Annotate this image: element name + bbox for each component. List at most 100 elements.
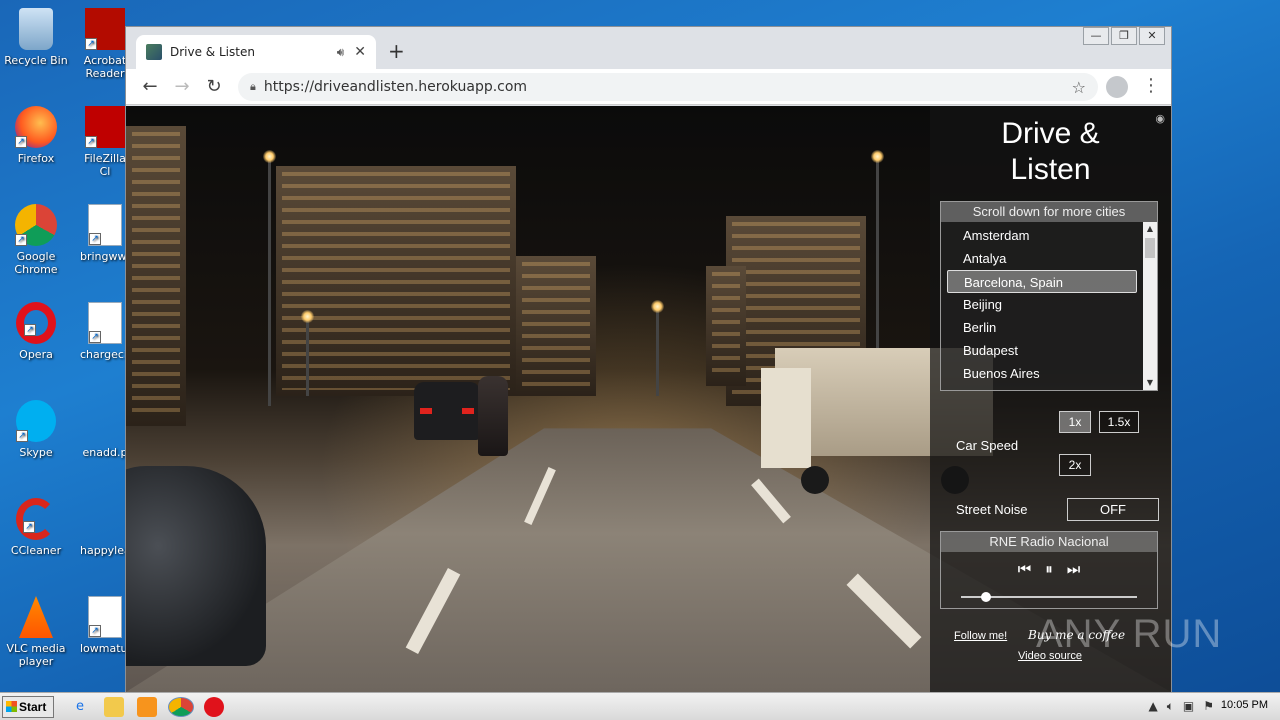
city-item-amsterdam[interactable]: Amsterdam — [947, 224, 1137, 247]
favicon-icon — [146, 44, 162, 60]
volume-icon[interactable]: 🔈︎ — [1167, 699, 1174, 714]
previous-track-icon[interactable]: ⏮︎ — [1018, 560, 1032, 578]
city-list-header: Scroll down for more cities — [941, 202, 1157, 222]
restore-button[interactable]: ❐ — [1111, 27, 1137, 45]
forward-button[interactable]: → — [166, 76, 198, 97]
back-button[interactable]: ← — [134, 76, 166, 97]
file-icon — [84, 498, 126, 540]
start-button[interactable]: Start — [2, 696, 54, 718]
clock[interactable]: 10:05 PM — [1221, 699, 1268, 711]
street-noise-label: Street Noise — [956, 502, 1028, 517]
car-speed-label: Car Speed — [956, 438, 1019, 453]
next-track-icon[interactable]: ⏭︎ — [1067, 560, 1081, 578]
city-item-berlin[interactable]: Berlin — [947, 316, 1137, 339]
recycle-bin-icon — [19, 8, 53, 50]
tray-expand-icon[interactable]: ▲ — [1148, 699, 1157, 714]
desktop-icon-filezilla[interactable]: ↗ FileZilla Cl — [80, 106, 130, 178]
network-icon[interactable]: ▣ — [1183, 699, 1194, 714]
word-doc-icon: ↗ — [88, 596, 122, 638]
action-center-flag-icon[interactable]: ⚑ — [1203, 699, 1214, 714]
city-item-beijing[interactable]: Beijing — [947, 293, 1137, 316]
volume-slider-knob[interactable] — [980, 592, 991, 602]
desktop-icon-acrobat[interactable]: ↗ Acrobat Reader — [80, 8, 130, 80]
scroll-down-icon[interactable]: ▼ — [1143, 376, 1157, 390]
street-lamp — [301, 310, 314, 396]
city-item-antalya[interactable]: Antalya — [947, 247, 1137, 270]
desktop-icon-chrome[interactable]: ↗ Google Chrome — [0, 204, 72, 276]
app-title: Drive & Listen — [930, 116, 1171, 188]
volume-slider[interactable] — [961, 592, 1137, 602]
firefox-icon: ↗ — [15, 106, 57, 148]
chrome-icon: ↗ — [15, 204, 57, 246]
city-item-barcelona[interactable]: Barcelona, Spain — [947, 270, 1137, 293]
menu-icon[interactable]: ⋮ — [1142, 75, 1160, 96]
url-text[interactable]: https://driveandlisten.herokuapp.com — [264, 79, 1072, 95]
tab-title: Drive & Listen — [170, 45, 255, 59]
file-icon — [84, 400, 126, 442]
close-window-button[interactable]: ✕ — [1139, 27, 1165, 45]
profile-avatar-icon[interactable] — [1106, 76, 1128, 98]
radio-controls: ⏮︎ ⏸︎ ⏭︎ — [941, 560, 1157, 578]
building — [706, 266, 746, 386]
window-controls: — ❐ ✕ — [1083, 27, 1165, 45]
desktop-icon-label: Opera — [19, 348, 53, 361]
tab-drive-listen[interactable]: Drive & Listen 🔊︎ ✕ — [136, 35, 376, 69]
truck-wheel — [801, 466, 829, 494]
street-noise-toggle[interactable]: OFF — [1067, 498, 1159, 521]
desktop-icon-ccleaner[interactable]: ↗ CCleaner — [0, 498, 72, 557]
address-bar[interactable]: 🔒︎ https://driveandlisten.herokuapp.com … — [238, 73, 1098, 101]
speed-1-5x-button[interactable]: 1.5x — [1099, 411, 1139, 433]
car — [126, 466, 266, 666]
desktop-icon-happylea[interactable]: happylea — [80, 498, 131, 557]
desktop-icon-vlc[interactable]: VLC media player — [0, 596, 72, 668]
word-doc-icon: ↗ — [88, 204, 122, 246]
city-list[interactable]: Amsterdam Antalya Barcelona, Spain Beiji… — [947, 224, 1137, 385]
chrome-taskbar-icon[interactable] — [168, 697, 194, 717]
taskbar: Start e ▲ 🔈︎ ▣ ⚑ 10:05 PM — [0, 692, 1280, 720]
media-player-icon[interactable] — [137, 697, 157, 717]
scroll-up-icon[interactable]: ▲ — [1143, 222, 1157, 236]
bookmark-star-icon[interactable]: ☆ — [1072, 78, 1086, 97]
desktop-icon-opera[interactable]: ↗ Opera — [0, 302, 72, 361]
tab-strip: Drive & Listen 🔊︎ ✕ + — ❐ ✕ — [126, 27, 1171, 69]
new-tab-button[interactable]: + — [388, 39, 405, 63]
scroll-thumb[interactable] — [1145, 238, 1155, 258]
pause-icon[interactable]: ⏸︎ — [1045, 560, 1053, 578]
follow-me-link[interactable]: Follow me! — [954, 630, 1007, 642]
desktop-icon-lowmatur[interactable]: ↗ lowmatur — [80, 596, 132, 655]
speed-2x-button[interactable]: 2x — [1059, 454, 1091, 476]
city-list-scrollbar[interactable]: ▲ ▼ — [1143, 222, 1157, 390]
reload-button[interactable]: ↻ — [198, 76, 230, 97]
desktop-icon-label: VLC media player — [6, 642, 66, 668]
browser-window: Drive & Listen 🔊︎ ✕ + — ❐ ✕ ← → ↻ 🔒︎ htt… — [125, 26, 1172, 692]
desktop-icon-enadd[interactable]: enadd.p — [80, 400, 130, 459]
desktop-icon-label: Acrobat Reader — [83, 54, 127, 80]
desktop-icon-bringwww[interactable]: ↗ bringwww — [80, 204, 136, 263]
city-selector[interactable]: Scroll down for more cities Amsterdam An… — [940, 201, 1158, 391]
city-item-budapest[interactable]: Budapest — [947, 339, 1137, 362]
desktop-icon-chargeciv[interactable]: ↗ chargeciv — [80, 302, 133, 361]
city-item-buenos-aires[interactable]: Buenos Aires — [947, 362, 1137, 385]
explorer-folder-icon[interactable] — [104, 697, 124, 717]
motorbike — [478, 376, 508, 456]
word-doc-icon: ↗ — [88, 302, 122, 344]
speaker-icon[interactable]: 🔊︎ — [337, 45, 345, 60]
building — [126, 126, 186, 426]
desktop-icon-label: FileZilla Cl — [84, 152, 126, 178]
close-tab-icon[interactable]: ✕ — [354, 44, 366, 60]
speed-1x-button[interactable]: 1x — [1059, 411, 1091, 433]
skype-icon: ↗ — [16, 400, 56, 442]
desktop-icon-label: Skype — [19, 446, 53, 459]
ie-icon[interactable]: e — [70, 697, 90, 717]
desktop-icon-label: happylea — [80, 544, 131, 557]
opera-taskbar-icon[interactable] — [204, 697, 224, 717]
lock-icon[interactable]: 🔒︎ — [250, 80, 256, 94]
desktop-icon-recycle-bin[interactable]: Recycle Bin — [0, 8, 72, 67]
street-lamp — [651, 300, 664, 396]
desktop-icon-skype[interactable]: ↗ Skype — [0, 400, 72, 459]
desktop-icon-firefox[interactable]: ↗ Firefox — [0, 106, 72, 165]
desktop-icon-label: CCleaner — [10, 544, 62, 557]
page-viewport: ◉ Drive & Listen Scroll down for more ci… — [126, 106, 1171, 692]
car — [414, 382, 480, 440]
minimize-button[interactable]: — — [1083, 27, 1109, 45]
